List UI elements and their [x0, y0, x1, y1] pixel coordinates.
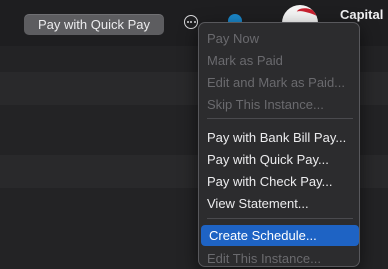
menu-separator [207, 218, 353, 219]
menu-item-skip-this-instance[interactable]: Skip This Instance... [199, 94, 361, 115]
menu-item-mark-as-paid[interactable]: Mark as Paid [199, 50, 361, 71]
menu-item-edit-this-instance[interactable]: Edit This Instance... [199, 248, 361, 269]
biller-name: Capital [340, 7, 384, 22]
menu-item-pay-with-bank-bill-pay[interactable]: Pay with Bank Bill Pay... [199, 127, 361, 148]
menu-separator [207, 118, 353, 119]
menu-item-pay-with-quick-pay[interactable]: Pay with Quick Pay... [199, 149, 361, 170]
context-menu: Pay Now Mark as Paid Edit and Mark as Pa… [198, 22, 360, 267]
more-options-icon[interactable] [184, 15, 198, 29]
pay-with-quick-pay-button[interactable]: Pay with Quick Pay [24, 14, 164, 35]
menu-item-pay-now[interactable]: Pay Now [199, 28, 361, 49]
menu-item-edit-and-mark-as-paid[interactable]: Edit and Mark as Paid... [199, 72, 361, 93]
menu-item-pay-with-check-pay[interactable]: Pay with Check Pay... [199, 171, 361, 192]
menu-item-create-schedule[interactable]: Create Schedule... [201, 225, 359, 246]
menu-item-view-statement[interactable]: View Statement... [199, 193, 361, 214]
